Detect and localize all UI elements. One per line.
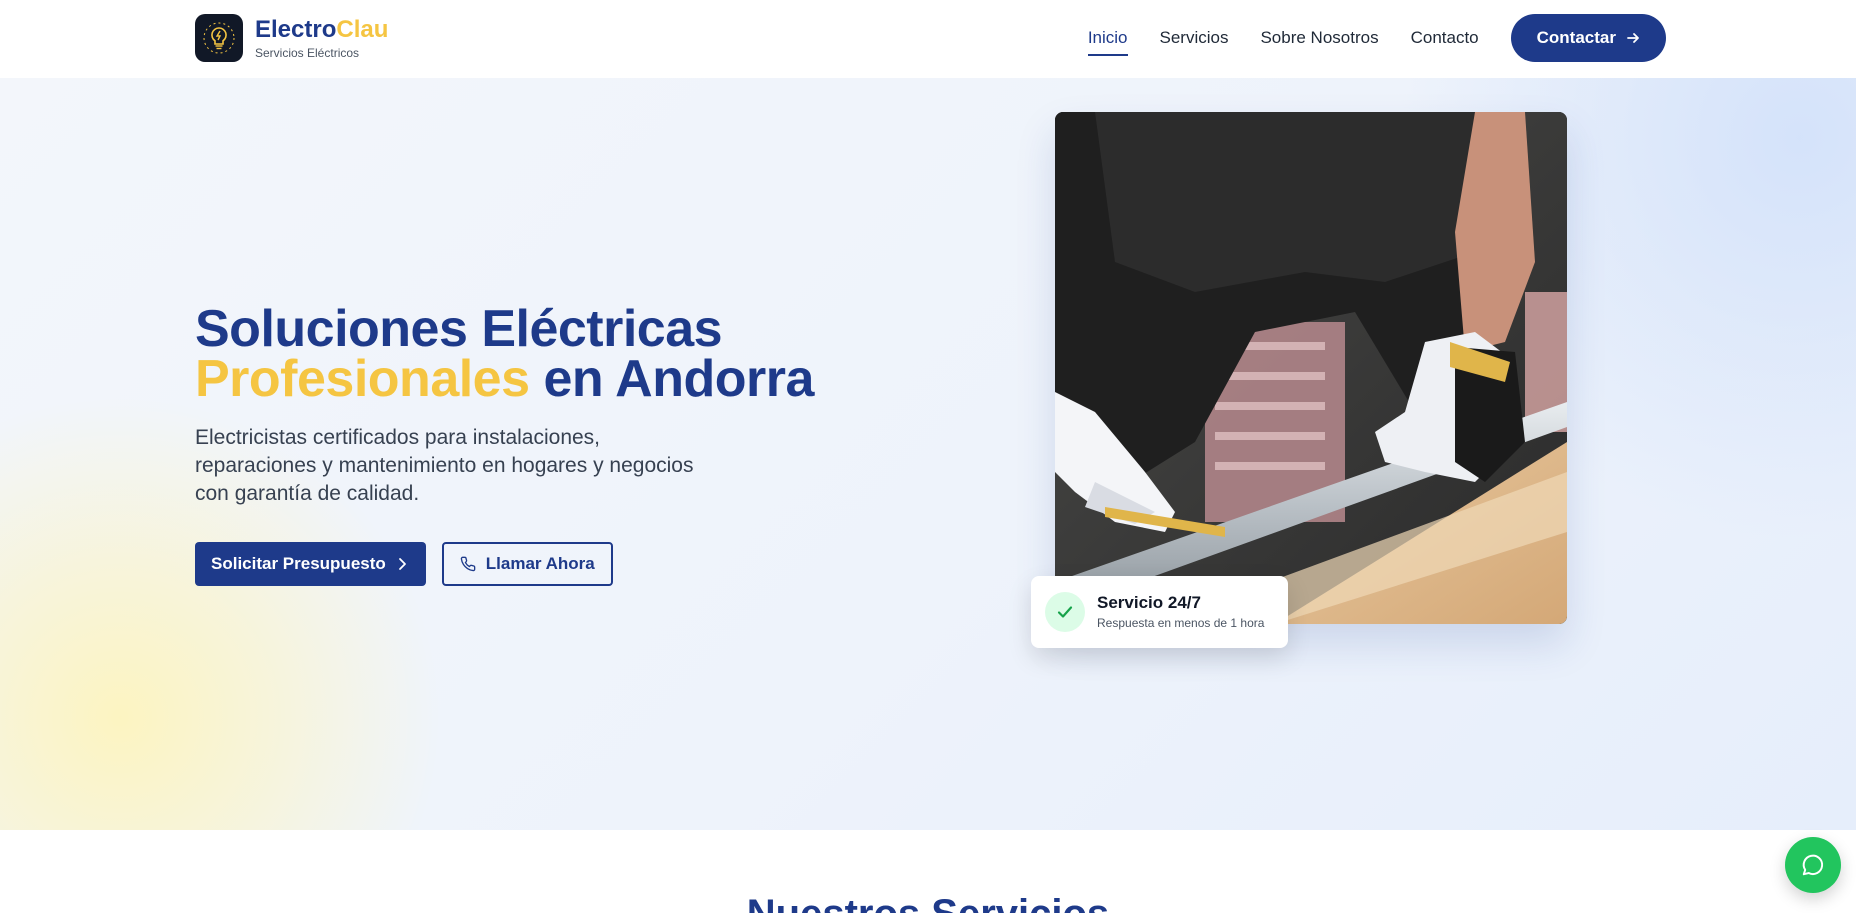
phone-icon [460,556,476,572]
badge-subtitle: Respuesta en menos de 1 hora [1097,616,1265,630]
nav-item-sobre-nosotros[interactable]: Sobre Nosotros [1260,14,1378,62]
check-icon [1045,592,1085,632]
logo[interactable]: ElectroClau Servicios Eléctricos [195,14,388,62]
hero-electrician-photo [1055,112,1567,624]
hero-buttons: Solicitar Presupuesto Llamar Ahora [195,542,613,586]
service-24-7-card: Servicio 24/7 Respuesta en menos de 1 ho… [1031,576,1288,648]
lightbulb-icon [195,14,243,62]
services-section-title: Nuestros Servicios [0,890,1856,913]
brand-name-part2: Clau [336,16,389,43]
chevron-right-icon [398,558,406,570]
brand-name: ElectroClau [255,16,388,44]
llamar-ahora-label: Llamar Ahora [485,554,595,573]
site-header: ElectroClau Servicios Eléctricos Inicio … [0,0,1856,78]
hero-title: Soluciones Eléctricas Profesionales en A… [195,303,814,405]
hero-title-rest: en Andorra [529,350,814,408]
nav-item-contacto[interactable]: Contacto [1411,14,1479,62]
llamar-ahora-button[interactable]: Llamar Ahora [441,542,613,586]
hero-section: Soluciones Eléctricas Profesionales en A… [0,78,1856,830]
badge-title: Servicio 24/7 [1097,593,1201,612]
contactar-button[interactable]: Contactar [1510,14,1666,62]
main-nav: Inicio Servicios Sobre Nosotros Contacto… [1087,14,1666,62]
arrow-right-icon [1627,33,1639,43]
nav-item-servicios[interactable]: Servicios [1160,14,1229,62]
whatsapp-icon [1802,854,1824,876]
brand-name-part1: Electro [255,16,337,43]
contactar-button-label: Contactar [1536,28,1616,47]
solicitar-presupuesto-button[interactable]: Solicitar Presupuesto [195,542,426,586]
solicitar-presupuesto-label: Solicitar Presupuesto [211,554,386,573]
brand-tagline: Servicios Eléctricos [255,46,360,60]
whatsapp-button[interactable] [1785,837,1841,893]
hero-title-highlight: Profesionales [195,350,530,408]
nav-item-inicio[interactable]: Inicio [1087,14,1128,62]
hero-description: Electricistas certificados para instalac… [195,426,694,505]
